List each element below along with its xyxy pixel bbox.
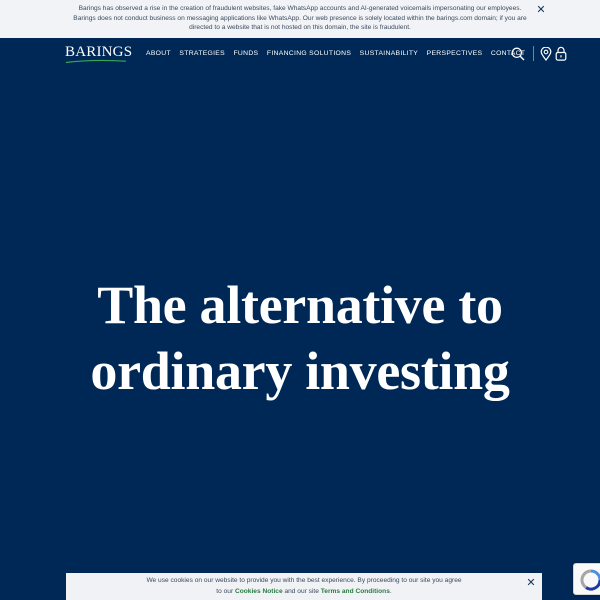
nav-item-strategies[interactable]: STRATEGIES — [179, 49, 225, 59]
main-header: BARINGS ABOUT STRATEGIES FUNDS FINANCING… — [0, 38, 600, 70]
alert-close-button[interactable]: ✕ — [534, 3, 548, 17]
login-button[interactable] — [555, 46, 567, 61]
nav-item-perspectives[interactable]: PERSPECTIVES — [427, 49, 483, 59]
recaptcha-icon — [580, 569, 600, 591]
fraud-alert-message: Barings has observed a rise in the creat… — [73, 5, 527, 31]
primary-nav: ABOUT STRATEGIES FUNDS FINANCING SOLUTIO… — [146, 49, 534, 59]
logo-wordmark: BARINGS — [65, 44, 133, 60]
cookie-message: We use cookies on our website to provide… — [144, 576, 464, 597]
nav-item-sustainability[interactable]: SUSTAINABILITY — [360, 49, 418, 59]
lock-icon — [555, 46, 567, 61]
cookie-text-middle: and our site — [282, 587, 321, 595]
nav-item-about[interactable]: ABOUT — [146, 49, 171, 59]
search-icon — [511, 47, 525, 61]
location-pin-icon — [540, 46, 552, 61]
hero-title: The alternative to ordinary investing — [40, 272, 560, 404]
locations-button[interactable] — [540, 46, 552, 61]
logo-swoosh-icon — [65, 59, 127, 64]
cookie-banner: We use cookies on our website to provide… — [66, 573, 542, 600]
cookies-notice-link[interactable]: Cookies Notice — [235, 588, 283, 595]
hero-title-line-2: ordinary investing — [90, 341, 510, 401]
recaptcha-badge[interactable] — [573, 563, 600, 595]
header-divider — [533, 46, 534, 61]
nav-item-financing-solutions[interactable]: FINANCING SOLUTIONS — [267, 49, 351, 59]
fraud-alert-banner: Barings has observed a rise in the creat… — [0, 0, 600, 38]
terms-and-conditions-link[interactable]: Terms and Conditions — [321, 588, 390, 595]
nav-item-funds[interactable]: FUNDS — [233, 49, 258, 59]
hero-title-line-1: The alternative to — [97, 275, 503, 335]
barings-logo[interactable]: BARINGS — [65, 44, 133, 64]
hero-section: The alternative to ordinary investing — [0, 70, 600, 600]
search-button[interactable] — [511, 47, 525, 61]
cookie-close-button[interactable]: ✕ — [524, 576, 538, 590]
cookie-text-after: . — [389, 587, 392, 595]
